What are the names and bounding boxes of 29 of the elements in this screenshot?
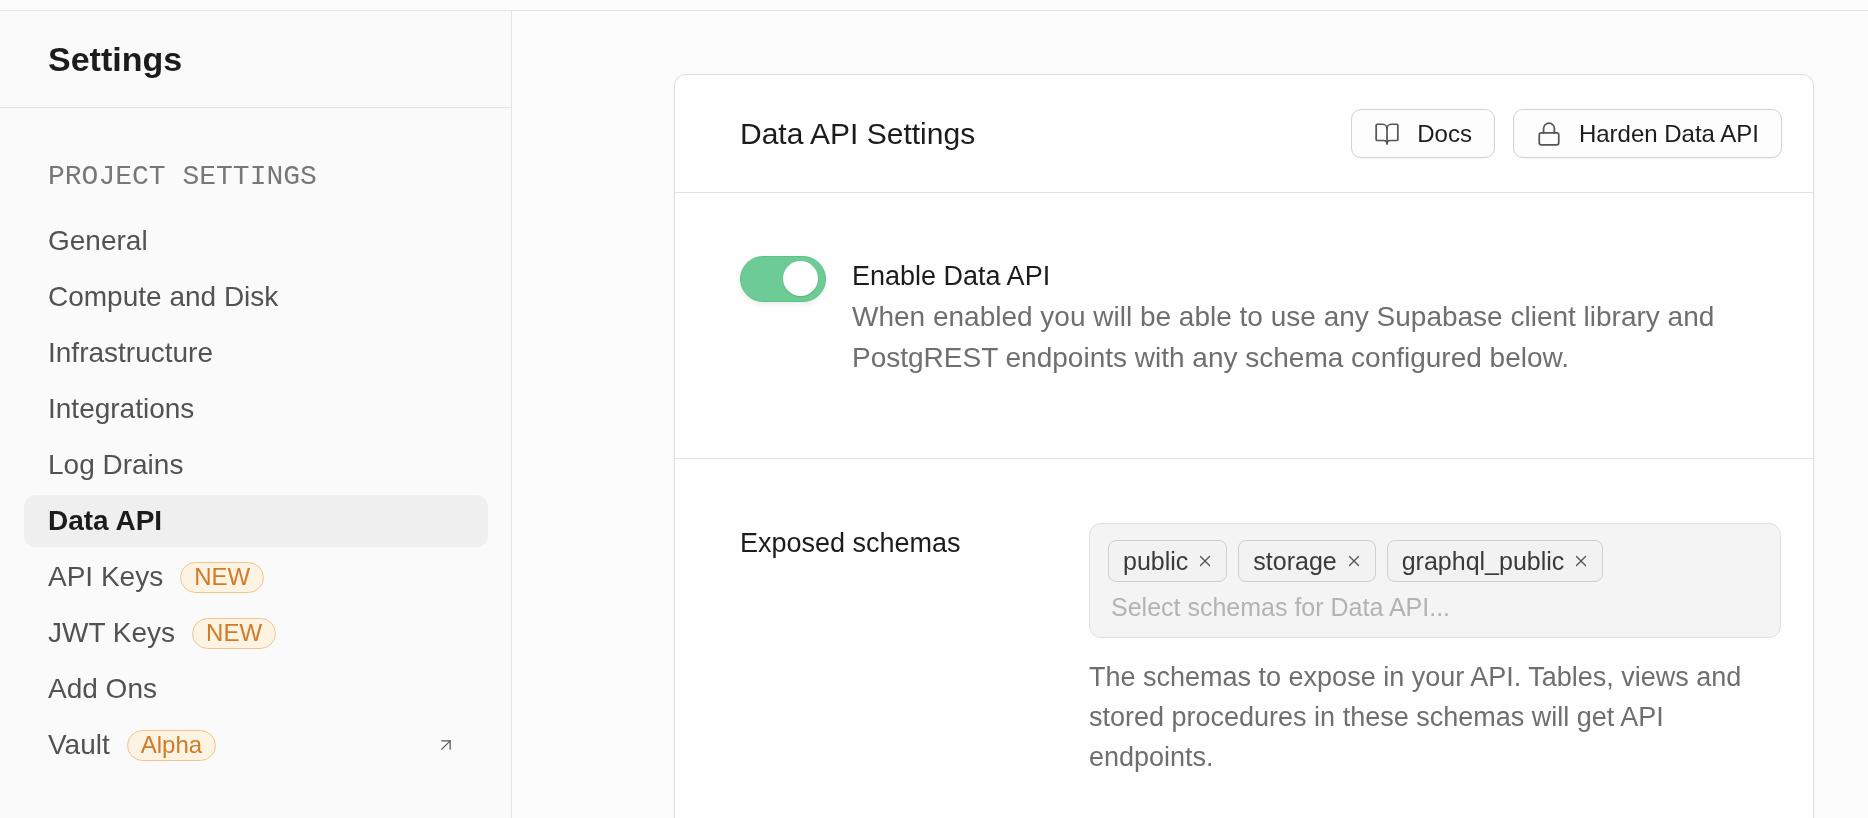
sidebar-title: Settings xyxy=(48,39,183,79)
toggle-description: When enabled you will be able to use any Supabase client library and PostgREST endpoints with any schema configured below. xyxy=(852,300,1716,375)
sidebar-item[interactable]: JWT Keys NEW xyxy=(24,607,488,659)
schema-chip[interactable]: storage xyxy=(1238,540,1376,582)
sidebar-item[interactable]: API Keys NEW xyxy=(24,551,488,603)
toggle-switch[interactable] xyxy=(740,256,826,302)
nav-badge: Alpha xyxy=(126,729,217,761)
docs-button[interactable]: Docs xyxy=(1351,109,1495,158)
sidebar-item[interactable]: Infrastructure xyxy=(24,327,488,379)
schema-select-field[interactable]: public storage graphql_public Select schemas for Data API... xyxy=(1089,523,1781,638)
lock-icon xyxy=(1535,120,1562,147)
schema-chip[interactable]: graphql_public xyxy=(1386,540,1604,582)
field-label: Exposed schemas xyxy=(740,527,962,560)
sidebar-item[interactable]: Add Ons xyxy=(24,663,488,715)
nav-badge: NEW xyxy=(192,617,277,649)
card-title: Data API Settings xyxy=(740,116,976,151)
book-icon xyxy=(1374,120,1401,147)
sidebar-item[interactable]: Log Drains xyxy=(24,439,488,491)
sidebar-item[interactable]: General xyxy=(24,215,488,267)
help-text: The schemas to expose in your API. Tables, views and stored procedures in these schemas will get API endpoints. xyxy=(1089,661,1743,774)
toggle-label: Enable Data API xyxy=(852,260,1051,293)
sidebar-item[interactable]: Data API xyxy=(24,495,488,547)
sidebar-item[interactable]: Compute and Disk xyxy=(24,271,488,323)
nav-badge: NEW xyxy=(180,561,265,593)
schema-chip[interactable]: public xyxy=(1108,540,1228,582)
section-label: PROJECT SETTINGS xyxy=(48,160,317,194)
harden-api-button[interactable]: Harden Data API xyxy=(1512,109,1782,158)
sidebar-item[interactable]: Integrations xyxy=(24,383,488,435)
sidebar-item[interactable]: Vault Alpha xyxy=(24,719,488,771)
